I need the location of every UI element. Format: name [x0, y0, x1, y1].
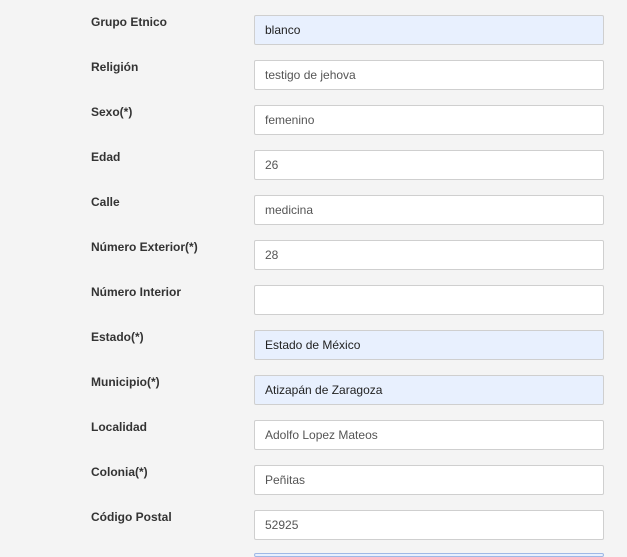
edad-field[interactable] — [254, 150, 604, 180]
estado-select[interactable] — [254, 330, 604, 360]
codigo-postal-field[interactable] — [254, 510, 604, 540]
label-edad: Edad — [91, 150, 121, 164]
label-municipio: Municipio(*) — [91, 375, 160, 389]
numero-exterior-field[interactable] — [254, 240, 604, 270]
row-numero-exterior: Número Exterior(*) — [0, 240, 627, 285]
grupo-etnico-field[interactable] — [254, 15, 604, 45]
label-religion: Religión — [91, 60, 139, 74]
localidad-field[interactable] — [254, 420, 604, 450]
colonia-field[interactable] — [254, 465, 604, 495]
religion-field[interactable] — [254, 60, 604, 90]
municipio-select[interactable] — [254, 375, 604, 405]
label-estado: Estado(*) — [91, 330, 144, 344]
row-religion: Religión — [0, 60, 627, 105]
row-codigo-postal: Código Postal — [0, 510, 627, 555]
row-localidad: Localidad — [0, 420, 627, 465]
label-numero-exterior: Número Exterior(*) — [91, 240, 198, 254]
label-codigo-postal: Código Postal — [91, 510, 172, 524]
numero-interior-field[interactable] — [254, 285, 604, 315]
row-next-partial — [0, 553, 627, 557]
label-calle: Calle — [91, 195, 120, 209]
row-calle: Calle — [0, 195, 627, 240]
next-field-partial[interactable] — [254, 553, 604, 557]
label-colonia: Colonia(*) — [91, 465, 148, 479]
row-colonia: Colonia(*) — [0, 465, 627, 510]
row-edad: Edad — [0, 150, 627, 195]
row-estado: Estado(*) — [0, 330, 627, 375]
label-sexo: Sexo(*) — [91, 105, 133, 119]
row-sexo: Sexo(*) — [0, 105, 627, 150]
label-numero-interior: Número Interior — [91, 285, 182, 299]
row-municipio: Municipio(*) — [0, 375, 627, 420]
label-localidad: Localidad — [91, 420, 148, 434]
label-grupo-etnico: Grupo Etnico — [91, 15, 167, 29]
calle-field[interactable] — [254, 195, 604, 225]
row-grupo-etnico: Grupo Etnico — [0, 15, 627, 60]
row-numero-interior: Número Interior — [0, 285, 627, 330]
sexo-field[interactable] — [254, 105, 604, 135]
